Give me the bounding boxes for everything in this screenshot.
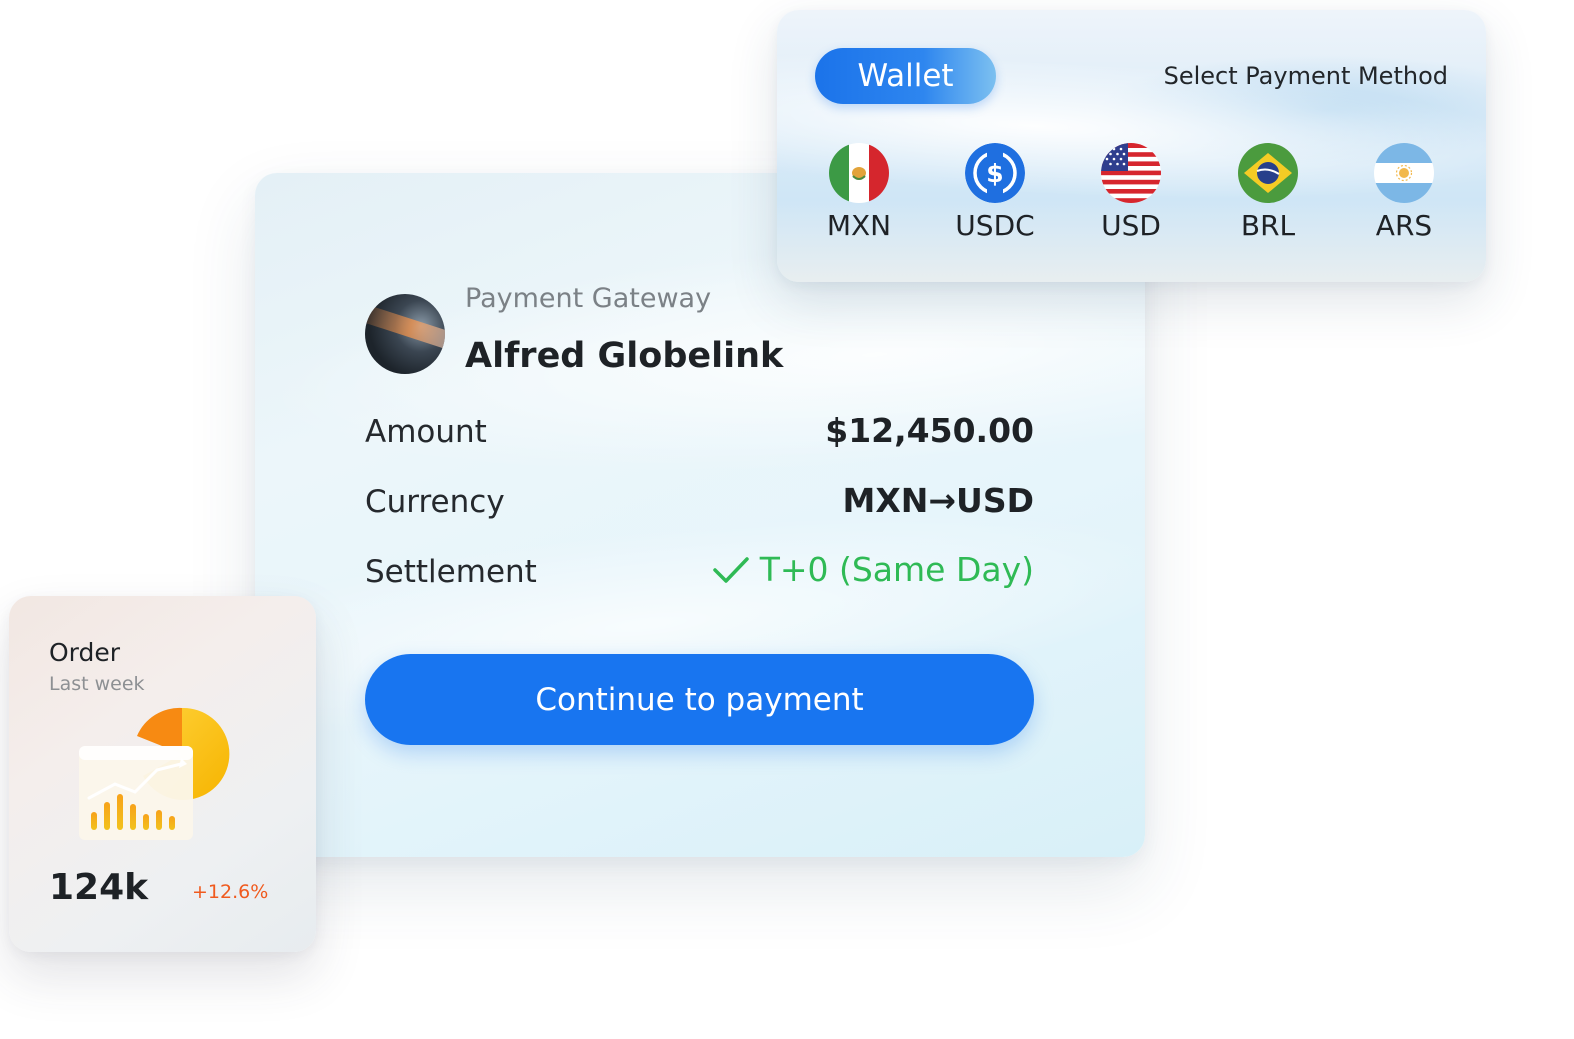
amount-label: Amount [365, 414, 487, 450]
check-icon [712, 556, 749, 583]
usdc-coin-icon: $ [965, 143, 1025, 203]
currency-option-ars[interactable]: ARS [1349, 143, 1459, 242]
currency-code: BRL [1240, 209, 1296, 242]
argentina-flag-icon [1374, 143, 1434, 203]
order-period: Last week [49, 673, 145, 695]
svg-text:$: $ [986, 159, 1003, 188]
payment-method-card: Wallet Select Payment Method MXN $ USDC … [777, 10, 1486, 282]
currency-code: USD [1101, 209, 1161, 242]
currency-code: MXN [826, 209, 892, 242]
select-payment-method-label: Select Payment Method [1163, 62, 1448, 90]
merchant-avatar [365, 294, 445, 374]
order-change-badge: +12.6% [192, 881, 269, 903]
currency-code: USDC [955, 209, 1035, 242]
mexico-flag-icon [829, 143, 889, 203]
stage: Payment Gateway Alfred Globelink Amount … [0, 0, 1574, 1039]
currency-option-usd[interactable]: USD [1076, 143, 1186, 242]
gateway-label: Payment Gateway [465, 283, 712, 314]
settlement-value: T+0 (Same Day) [712, 550, 1034, 589]
wallet-tab[interactable]: Wallet [815, 48, 996, 104]
amount-value: $12,450.00 [825, 411, 1034, 450]
currency-option-brl[interactable]: BRL [1213, 143, 1323, 242]
order-value: 124k [49, 867, 149, 908]
currency-label: Currency [365, 484, 505, 520]
settlement-text: T+0 (Same Day) [759, 550, 1034, 589]
usa-flag-icon [1101, 143, 1161, 203]
brazil-flag-icon [1238, 143, 1298, 203]
continue-to-payment-button[interactable]: Continue to payment [365, 654, 1034, 745]
currency-value: MXN→USD [842, 481, 1034, 520]
order-stats-card: Order Last week 124k +12.6% [9, 596, 316, 952]
currency-option-mxn[interactable]: MXN [804, 143, 914, 242]
settlement-label: Settlement [365, 554, 537, 590]
currency-code: ARS [1375, 209, 1433, 242]
chart-illustration-icon [79, 707, 230, 840]
currency-option-usdc[interactable]: $ USDC [940, 143, 1050, 242]
merchant-name: Alfred Globelink [465, 336, 784, 376]
order-title: Order [49, 638, 121, 667]
